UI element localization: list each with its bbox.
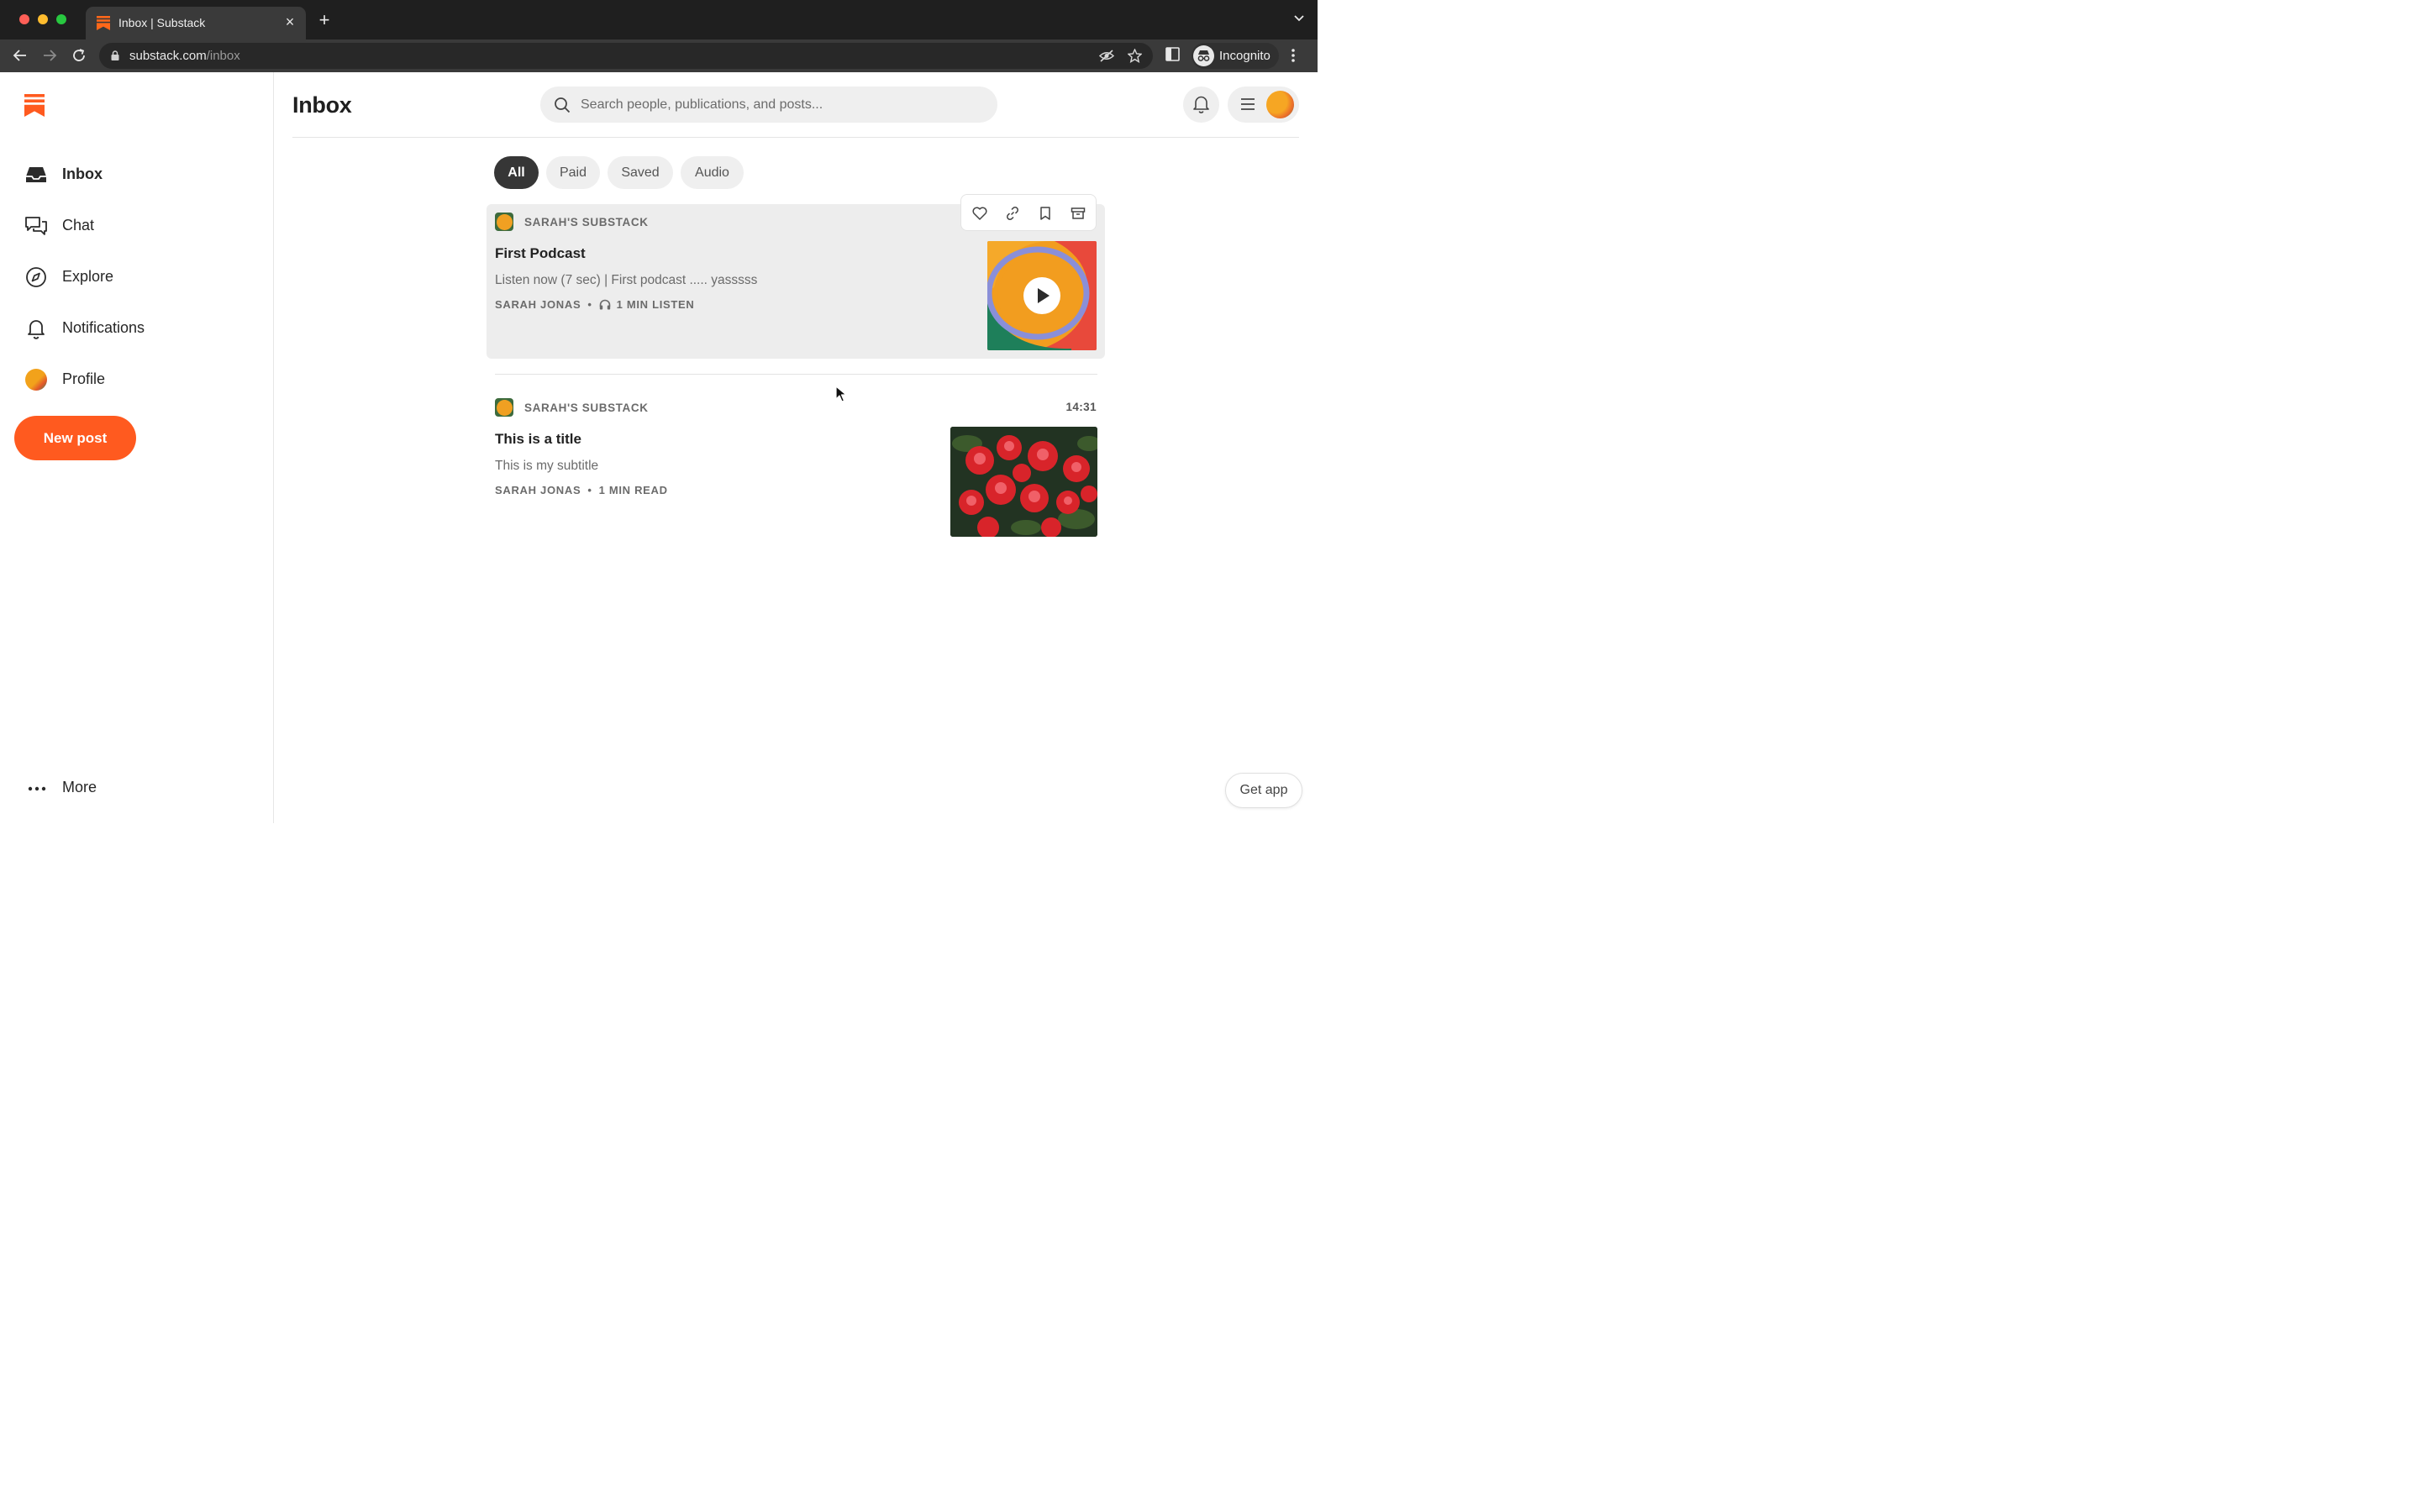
post-actions-toolbar <box>960 194 1097 231</box>
browser-menu-icon[interactable] <box>1291 48 1296 63</box>
address-bar[interactable]: substack.com/inbox <box>99 43 1153 69</box>
post-subtitle: Listen now (7 sec) | First podcast .....… <box>495 273 758 287</box>
sidebar: Inbox Chat Explore Notifications Profile… <box>0 72 274 823</box>
post-author[interactable]: SARAH JONAS <box>495 298 581 311</box>
notifications-button[interactable] <box>1183 87 1219 123</box>
sidebar-item-label: More <box>62 779 97 795</box>
eye-slash-icon[interactable] <box>1099 49 1114 63</box>
post-divider <box>495 374 1097 375</box>
red-flowers-image-icon <box>950 427 1097 537</box>
bell-icon <box>1193 96 1209 113</box>
publication-name[interactable]: SARAH'S SUBSTACK <box>524 216 649 228</box>
play-button[interactable] <box>1023 277 1060 314</box>
filter-all[interactable]: All <box>494 156 539 189</box>
back-arrow-icon[interactable] <box>12 47 29 64</box>
podcast-cover-image[interactable] <box>987 241 1097 350</box>
close-window-button[interactable] <box>19 14 29 24</box>
post-title[interactable]: First Podcast <box>495 245 586 262</box>
substack-logo-icon[interactable] <box>24 94 45 117</box>
new-post-button[interactable]: New post <box>14 416 136 460</box>
chat-icon <box>25 217 47 235</box>
bookmark-star-icon[interactable] <box>1128 49 1142 63</box>
substack-favicon-icon <box>97 16 110 30</box>
publication-icon <box>495 398 513 417</box>
filter-paid[interactable]: Paid <box>546 156 600 189</box>
browser-toolbar: substack.com/inbox Incognito <box>0 39 1318 72</box>
sidebar-item-profile[interactable]: Profile <box>24 365 259 395</box>
compass-icon <box>26 267 46 287</box>
avatar <box>1266 91 1294 118</box>
hamburger-menu-icon <box>1241 98 1255 110</box>
sidebar-item-label: Explore <box>62 268 114 285</box>
sidebar-item-chat[interactable]: Chat <box>24 211 259 241</box>
forward-arrow-icon[interactable] <box>41 47 58 64</box>
incognito-profile-button[interactable]: Incognito <box>1192 43 1279 69</box>
sidebar-item-notifications[interactable]: Notifications <box>24 313 259 344</box>
search-icon <box>555 97 571 113</box>
account-menu-button[interactable] <box>1228 87 1299 123</box>
search-bar[interactable] <box>540 87 997 123</box>
sidebar-item-label: Inbox <box>62 165 103 182</box>
archive-icon[interactable] <box>1070 205 1086 222</box>
sidebar-item-label: Profile <box>62 370 106 387</box>
side-panel-icon[interactable] <box>1165 47 1180 61</box>
reload-icon[interactable] <box>71 47 87 64</box>
tab-title: Inbox | Substack <box>118 16 206 29</box>
browser-tab[interactable]: Inbox | Substack × <box>86 7 306 39</box>
publication-icon <box>495 213 513 231</box>
close-tab-icon[interactable]: × <box>282 14 297 29</box>
incognito-icon <box>1193 45 1214 66</box>
tab-search-chevron-icon[interactable] <box>1294 15 1304 22</box>
mouse-cursor-icon <box>835 386 847 402</box>
post-duration: 1 MIN LISTEN <box>616 298 695 311</box>
bookmark-icon[interactable] <box>1037 205 1054 222</box>
sidebar-item-explore[interactable]: Explore <box>24 262 259 292</box>
post-author[interactable]: SARAH JONAS <box>495 484 581 496</box>
minimize-window-button[interactable] <box>38 14 48 24</box>
post-subtitle: This is my subtitle <box>495 459 599 473</box>
post-duration: 1 MIN READ <box>598 484 668 496</box>
post-meta: SARAH JONAS • 1 MIN LISTEN <box>495 298 695 311</box>
lock-icon <box>111 50 119 60</box>
post-title[interactable]: This is a title <box>495 431 581 448</box>
filter-saved[interactable]: Saved <box>608 156 673 189</box>
post-cover-image[interactable] <box>950 427 1097 537</box>
more-dots-icon <box>28 786 46 791</box>
new-tab-icon[interactable]: + <box>316 11 333 29</box>
url-text: substack.com/inbox <box>129 49 240 63</box>
sidebar-item-inbox[interactable]: Inbox <box>24 160 259 190</box>
search-input[interactable] <box>581 87 984 123</box>
avatar <box>25 369 47 391</box>
post-meta: SARAH JONAS • 1 MIN READ <box>495 484 668 496</box>
header-divider <box>292 137 1299 138</box>
bell-icon <box>28 320 45 339</box>
sidebar-item-more[interactable]: More <box>24 773 192 803</box>
sidebar-item-label: Notifications <box>62 319 145 336</box>
post-time: 14:31 <box>1065 401 1097 413</box>
maximize-window-button[interactable] <box>56 14 66 24</box>
incognito-label: Incognito <box>1219 49 1270 63</box>
sidebar-item-label: Chat <box>62 217 95 234</box>
browser-tab-bar: Inbox | Substack × + <box>0 0 1318 39</box>
filter-audio[interactable]: Audio <box>681 156 744 189</box>
publication-name[interactable]: SARAH'S SUBSTACK <box>524 402 649 414</box>
inbox-icon <box>26 167 46 182</box>
like-heart-icon[interactable] <box>971 205 988 222</box>
get-app-button[interactable]: Get app <box>1225 773 1302 808</box>
page-title: Inbox <box>292 92 352 118</box>
copy-link-icon[interactable] <box>1004 205 1021 222</box>
play-icon <box>1038 288 1050 303</box>
headphones-icon <box>599 299 610 310</box>
